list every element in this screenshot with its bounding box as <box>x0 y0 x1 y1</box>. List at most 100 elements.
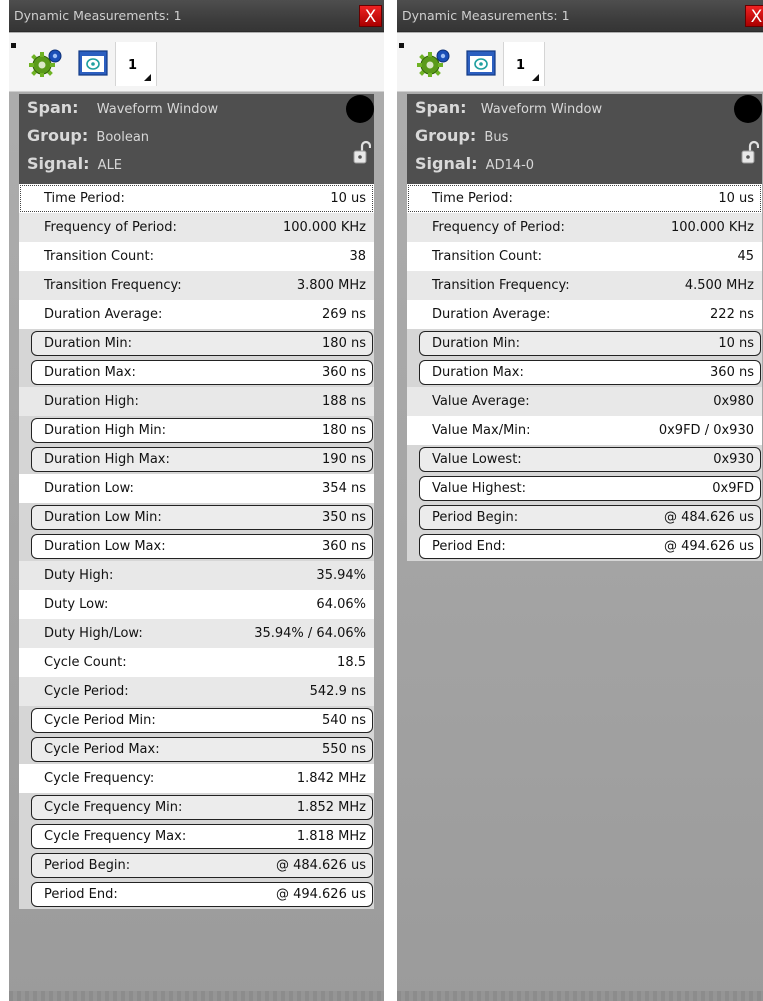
measurement-value: 360 ns <box>322 365 366 380</box>
measurement-row[interactable]: Time Period: 10 us <box>407 184 762 213</box>
tab-corner-icon <box>144 74 151 81</box>
measurement-row[interactable]: Duty Low: 64.06% <box>19 590 374 619</box>
measurement-label: Cycle Frequency Max: <box>44 829 187 844</box>
measurement-row[interactable]: Period End: @ 494.626 us <box>407 532 762 561</box>
measurement-row[interactable]: Cycle Count: 18.5 <box>19 648 374 677</box>
measurement-row[interactable]: Duty High/Low: 35.94% / 64.06% <box>19 619 374 648</box>
measurement-row[interactable]: Value Max/Min: 0x9FD / 0x930 <box>407 416 762 445</box>
close-button[interactable]: X <box>359 5 382 27</box>
measurement-value: 64.06% <box>316 597 366 612</box>
measurement-label: Period End: <box>44 887 118 902</box>
measurement-row[interactable]: Cycle Frequency: 1.842 MHz <box>19 764 374 793</box>
measurement-row[interactable]: Duration Average: 269 ns <box>19 300 374 329</box>
measurement-row[interactable]: Cycle Period Max: 550 ns <box>19 735 374 764</box>
measurement-row[interactable]: Value Average: 0x980 <box>407 387 762 416</box>
tab-1[interactable]: 1 <box>115 42 157 86</box>
measurement-row[interactable]: Cycle Frequency Min: 1.852 MHz <box>19 793 374 822</box>
measurement-row[interactable]: Duty High: 35.94% <box>19 561 374 590</box>
measurement-row[interactable]: Duration Low Max: 360 ns <box>19 532 374 561</box>
signal-label: Signal: <box>415 154 478 173</box>
status-dot-icon[interactable] <box>734 95 762 123</box>
measurement-value: 1.852 MHz <box>296 800 366 815</box>
measurement-row[interactable]: Duration Low: 354 ns <box>19 474 374 503</box>
title-bar[interactable]: Dynamic Measurements: 1 X <box>9 0 384 32</box>
measurement-row[interactable]: Duration Max: 360 ns <box>407 358 762 387</box>
monitor-icon[interactable] <box>78 50 108 76</box>
measurement-label: Time Period: <box>432 191 513 206</box>
tab-1[interactable]: 1 <box>503 42 545 86</box>
window-title: Dynamic Measurements: 1 <box>14 8 182 23</box>
measurement-row[interactable]: Transition Frequency: 4.500 MHz <box>407 271 762 300</box>
measurement-row[interactable]: Cycle Period Min: 540 ns <box>19 706 374 735</box>
unlock-icon[interactable] <box>353 140 371 164</box>
measurement-row[interactable]: Frequency of Period: 100.000 KHz <box>19 213 374 242</box>
group-row: Group: Boolean <box>27 126 149 145</box>
measurement-row[interactable]: Duration Average: 222 ns <box>407 300 762 329</box>
measurement-label: Duration Min: <box>44 336 133 351</box>
measurement-value: 100.000 KHz <box>670 220 754 235</box>
tab-label: 1 <box>516 58 526 73</box>
group-label: Group: <box>415 126 477 145</box>
measurement-row[interactable]: Duration High Max: 190 ns <box>19 445 374 474</box>
close-button[interactable]: X <box>745 5 763 27</box>
measurement-value: 38 <box>349 249 366 264</box>
measurement-label: Cycle Count: <box>44 655 127 670</box>
measurement-row[interactable]: Transition Count: 38 <box>19 242 374 271</box>
corner-marker-icon <box>399 43 404 48</box>
measurement-label: Duration High Min: <box>44 423 167 438</box>
measurement-value: 10 us <box>718 191 754 206</box>
measurement-label: Duration Low Min: <box>44 510 162 525</box>
measurement-row[interactable]: Duration Max: 360 ns <box>19 358 374 387</box>
measurement-row[interactable]: Value Highest: 0x9FD <box>407 474 762 503</box>
bottom-resize-strip[interactable] <box>397 991 763 1001</box>
bottom-resize-strip[interactable] <box>9 991 384 1001</box>
tab-label: 1 <box>128 58 138 73</box>
measurement-row[interactable]: Duration Min: 180 ns <box>19 329 374 358</box>
measurement-value: 550 ns <box>322 742 366 757</box>
span-row: Span: Waveform Window <box>415 98 602 117</box>
measurement-label: Value Max/Min: <box>432 423 531 438</box>
measurement-row[interactable]: Value Lowest: 0x930 <box>407 445 762 474</box>
measurement-row[interactable]: Cycle Period: 542.9 ns <box>19 677 374 706</box>
measurement-row[interactable]: Duration Low Min: 350 ns <box>19 503 374 532</box>
title-bar[interactable]: Dynamic Measurements: 1 X <box>397 0 763 32</box>
measurement-value: 188 ns <box>322 394 366 409</box>
measurement-label: Duration Max: <box>44 365 136 380</box>
measurement-value: 10 us <box>330 191 366 206</box>
group-label: Group: <box>27 126 89 145</box>
measurement-row[interactable]: Period Begin: @ 484.626 us <box>407 503 762 532</box>
signal-value: ALE <box>97 158 123 173</box>
measurement-row[interactable]: Period Begin: @ 484.626 us <box>19 851 374 880</box>
toolbar: 1 <box>397 33 763 92</box>
unlock-icon[interactable] <box>741 140 759 164</box>
measurement-value: @ 484.626 us <box>663 510 754 525</box>
measurement-label: Frequency of Period: <box>44 220 177 235</box>
measurement-row[interactable]: Frequency of Period: 100.000 KHz <box>407 213 762 242</box>
measurement-row[interactable]: Duration High: 188 ns <box>19 387 374 416</box>
measurement-label: Duty High/Low: <box>44 626 143 641</box>
measurement-row[interactable]: Period End: @ 494.626 us <box>19 880 374 909</box>
measurement-row[interactable]: Transition Frequency: 3.800 MHz <box>19 271 374 300</box>
measurement-row[interactable]: Transition Count: 45 <box>407 242 762 271</box>
signal-header: Span: Waveform Window Group: Boolean Sig… <box>19 94 374 184</box>
measurement-label: Period Begin: <box>432 510 519 525</box>
gear-settings-icon[interactable] <box>28 48 64 78</box>
status-dot-icon[interactable] <box>346 95 374 123</box>
monitor-icon[interactable] <box>466 50 496 76</box>
measurement-value: 222 ns <box>710 307 754 322</box>
span-label: Span: <box>27 98 79 117</box>
measurement-value: 35.94% <box>316 568 366 583</box>
span-label: Span: <box>415 98 467 117</box>
measurement-label: Period Begin: <box>44 858 131 873</box>
measurement-value: 1.842 MHz <box>296 771 366 786</box>
signal-header: Span: Waveform Window Group: Bus Signal:… <box>407 94 762 184</box>
measurement-label: Value Highest: <box>432 481 526 496</box>
measurement-row[interactable]: Duration Min: 10 ns <box>407 329 762 358</box>
span-value: Waveform Window <box>480 102 603 117</box>
gear-settings-icon[interactable] <box>416 48 452 78</box>
measurement-row[interactable]: Time Period: 10 us <box>19 184 374 213</box>
measurement-row[interactable]: Duration High Min: 180 ns <box>19 416 374 445</box>
measurement-label: Cycle Frequency: <box>44 771 155 786</box>
measurement-label: Cycle Period Min: <box>44 713 156 728</box>
measurement-row[interactable]: Cycle Frequency Max: 1.818 MHz <box>19 822 374 851</box>
